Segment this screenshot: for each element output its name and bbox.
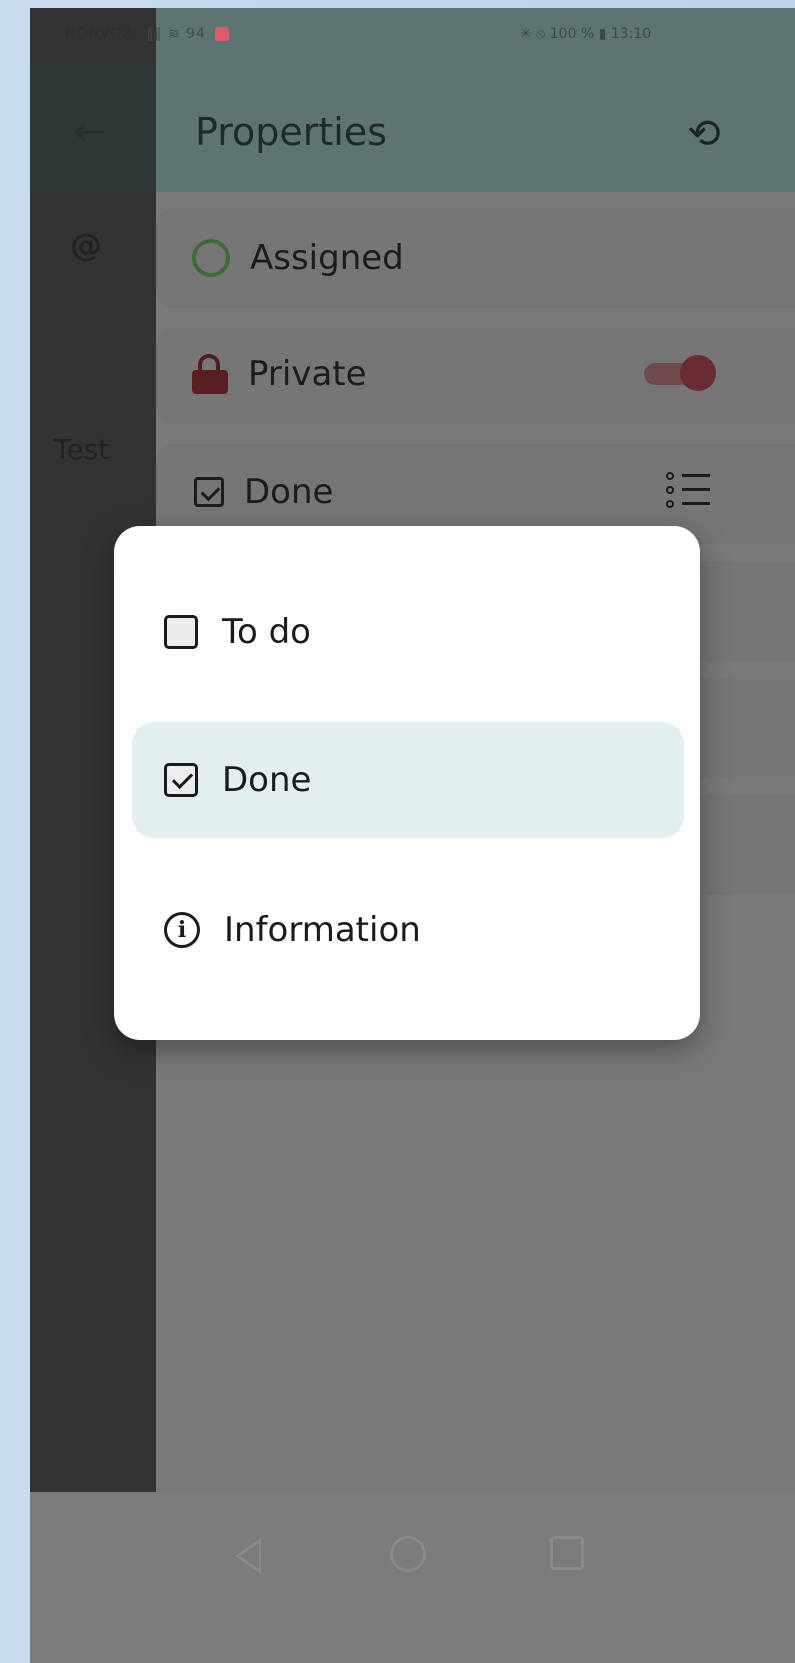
toggle-thumb	[680, 355, 716, 391]
at-icon[interactable]: @	[70, 226, 102, 264]
info-icon: i	[164, 912, 200, 948]
list-icon[interactable]	[666, 470, 710, 510]
nav-home-icon[interactable]	[390, 1536, 426, 1572]
status-dialog: To do Done i Information	[114, 526, 700, 1040]
drawer-item-test[interactable]: Test	[54, 433, 109, 466]
option-to-do[interactable]: To do	[132, 574, 684, 690]
nav-recents-icon[interactable]	[550, 1536, 584, 1570]
phone-screen: HONVOZ ∥∥ ≋ 94 ✳ ⦸ 100 % ▮ 13:10 ← Prope…	[30, 8, 795, 1663]
carrier-label: HONVOZ	[65, 26, 133, 42]
lock-icon	[192, 354, 228, 394]
notification-badge-icon	[215, 27, 230, 41]
option-label: To do	[222, 612, 311, 652]
history-icon[interactable]: ⟲	[680, 110, 728, 158]
option-done[interactable]: Done	[132, 722, 684, 838]
signal-icon: ∥∥ ≋ 94	[146, 26, 206, 42]
option-label: Done	[222, 760, 312, 800]
property-label: Private	[248, 354, 367, 394]
option-label: Information	[224, 910, 421, 950]
option-information[interactable]: i Information	[132, 872, 684, 988]
back-arrow-icon[interactable]: ←	[66, 108, 114, 156]
checkbox-empty-icon	[164, 615, 198, 649]
checkbox-checked-icon	[194, 477, 224, 507]
property-label: Assigned	[250, 238, 404, 278]
page-title: Properties	[195, 110, 388, 154]
private-toggle[interactable]	[644, 353, 716, 393]
checkbox-checked-icon	[164, 763, 198, 797]
ring-icon	[192, 239, 230, 277]
status-bar: HONVOZ ∥∥ ≋ 94 ✳ ⦸ 100 % ▮ 13:10	[30, 8, 795, 64]
status-right: ✳ ⦸ 100 % ▮ 13:10	[520, 26, 652, 42]
status-left: HONVOZ ∥∥ ≋ 94	[65, 26, 230, 42]
nav-back-icon[interactable]	[235, 1538, 261, 1574]
system-nav-bar	[30, 1492, 795, 1663]
property-row-assigned: Assigned	[192, 238, 404, 278]
property-row-done: Done	[194, 472, 333, 512]
property-label: Done	[244, 472, 334, 512]
property-row-private: Private	[192, 354, 367, 394]
